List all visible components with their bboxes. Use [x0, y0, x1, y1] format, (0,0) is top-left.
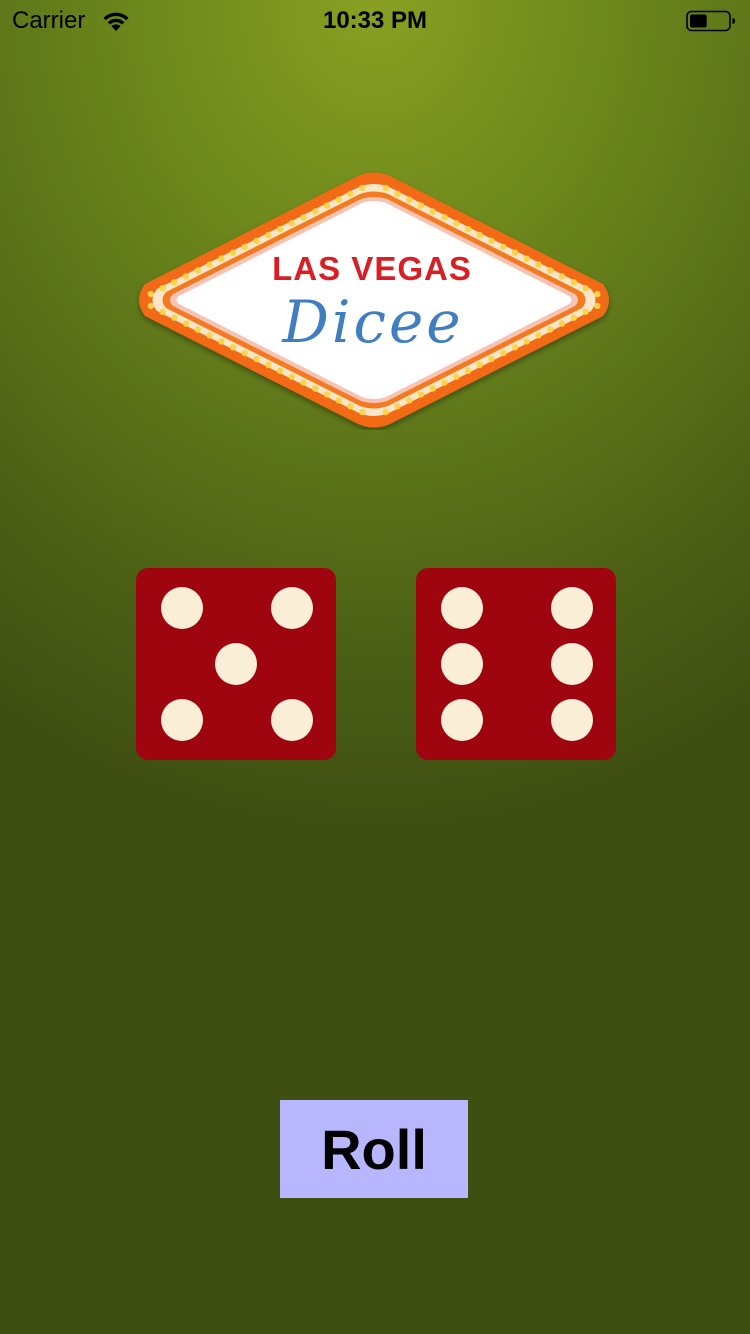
- marquee-bulb: [476, 361, 483, 369]
- die-pip: [551, 698, 593, 741]
- logo-line1: LAS VEGAS: [272, 250, 472, 287]
- marquee-bulb: [335, 397, 342, 404]
- marquee-bulb: [488, 237, 495, 245]
- marquee-bulb: [347, 190, 354, 197]
- marquee-bulb: [464, 226, 472, 233]
- marquee-bulb: [276, 367, 284, 374]
- marquee-bulb: [253, 355, 260, 363]
- marquee-bulb: [229, 249, 237, 256]
- marquee-bulb: [159, 308, 166, 315]
- marquee-bulb: [464, 367, 472, 374]
- marquee-bulb: [171, 279, 178, 286]
- marquee-bulb: [265, 231, 272, 239]
- right-die: [416, 568, 616, 760]
- marquee-bulb: [218, 338, 225, 345]
- roll-button[interactable]: Roll: [280, 1100, 468, 1198]
- marquee-bulb: [441, 379, 448, 386]
- marquee-bulb: [500, 349, 507, 357]
- die-pip: [551, 643, 593, 685]
- marquee-bulb: [594, 302, 601, 310]
- marquee-bulb: [276, 226, 284, 233]
- marquee-bulb: [206, 261, 213, 268]
- marquee-bulb: [359, 408, 366, 416]
- marquee-bulb: [594, 290, 601, 298]
- marquee-bulb: [488, 355, 495, 363]
- marquee-bulb: [406, 196, 413, 203]
- marquee-bulb: [429, 208, 436, 215]
- marquee-bulb: [535, 261, 542, 268]
- marquee-bulb: [323, 391, 331, 398]
- marquee-bulb: [241, 243, 248, 251]
- die-pip: [271, 587, 313, 630]
- marquee-bulb: [335, 196, 342, 203]
- marquee-bulb: [206, 332, 213, 339]
- marquee-bulb: [417, 202, 425, 209]
- marquee-bulb: [265, 361, 272, 369]
- marquee-bulb: [570, 314, 577, 321]
- marquee-bulb: [182, 320, 190, 327]
- las-vegas-dicee-logo: LAS VEGAS Dicee: [133, 170, 615, 430]
- marquee-bulb: [382, 184, 389, 192]
- marquee-bulb: [558, 320, 566, 327]
- marquee-bulb: [417, 391, 425, 398]
- marquee-bulb: [312, 385, 319, 392]
- marquee-bulb: [511, 344, 519, 351]
- marquee-bulb: [218, 255, 225, 262]
- marquee-bulb: [300, 379, 307, 386]
- marquee-bulb: [394, 403, 401, 410]
- marquee-bulb: [288, 220, 295, 227]
- marquee-bulb: [547, 267, 554, 274]
- status-time: 10:33 PM: [322, 7, 428, 34]
- marquee-bulb: [523, 338, 530, 345]
- die-pip: [441, 643, 483, 685]
- marquee-bulb: [147, 302, 154, 310]
- marquee-bulb: [582, 285, 589, 292]
- die-pip: [441, 587, 483, 630]
- marquee-bulb: [159, 285, 166, 292]
- marquee-bulb: [359, 184, 366, 192]
- left-die: [136, 568, 336, 760]
- marquee-bulb: [406, 397, 413, 404]
- marquee-bulb: [511, 249, 519, 256]
- marquee-bulb: [535, 332, 542, 339]
- marquee-bulb: [547, 326, 554, 333]
- die-pip: [271, 698, 313, 741]
- marquee-bulb: [570, 279, 577, 286]
- marquee-bulb: [453, 220, 460, 227]
- marquee-bulb: [241, 349, 248, 357]
- marquee-bulb: [500, 243, 507, 251]
- marquee-bulb: [347, 403, 354, 410]
- marquee-bulb: [453, 373, 460, 380]
- marquee-bulb: [582, 308, 589, 315]
- marquee-bulb: [523, 255, 530, 262]
- marquee-bulb: [194, 267, 201, 274]
- marquee-bulb: [558, 273, 566, 280]
- marquee-bulb: [394, 190, 401, 197]
- logo-line2: Dicee: [281, 288, 463, 356]
- marquee-bulb: [300, 214, 307, 221]
- marquee-bulb: [229, 344, 237, 351]
- marquee-bulb: [182, 273, 190, 280]
- marquee-bulb: [441, 214, 448, 221]
- die-pip: [551, 587, 593, 630]
- marquee-bulb: [171, 314, 178, 321]
- marquee-bulb: [288, 373, 295, 380]
- marquee-bulb: [476, 231, 483, 239]
- battery-icon: [686, 10, 735, 32]
- status-bar: Carrier 10:33 PM: [0, 0, 750, 40]
- marquee-bulb: [194, 326, 201, 333]
- die-pip: [161, 698, 203, 741]
- marquee-bulb: [429, 385, 436, 392]
- marquee-bulb: [323, 202, 331, 209]
- marquee-bulb: [382, 408, 389, 416]
- die-pip: [215, 643, 257, 685]
- die-pip: [441, 698, 483, 741]
- marquee-bulb: [312, 208, 319, 215]
- marquee-bulb: [147, 290, 154, 298]
- die-pip: [161, 587, 203, 630]
- marquee-bulb: [253, 237, 260, 245]
